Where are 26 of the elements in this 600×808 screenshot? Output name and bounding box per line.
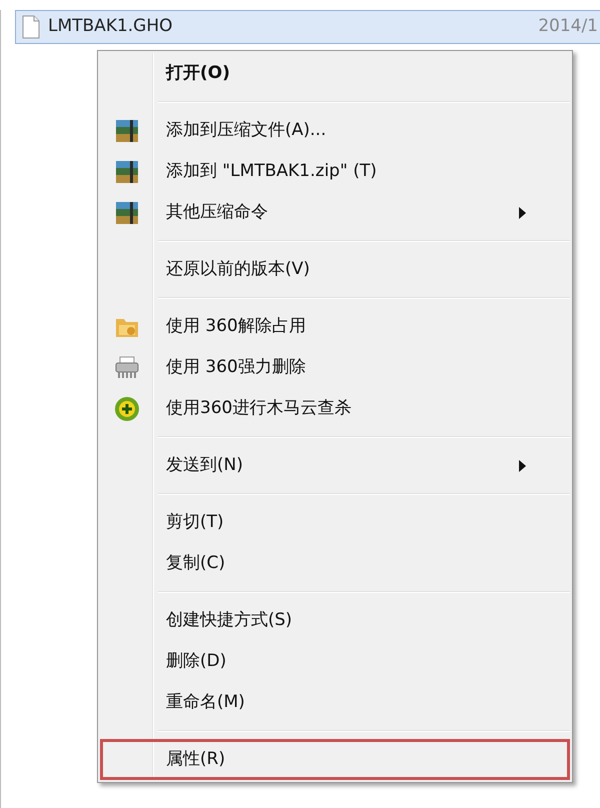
menu-item[interactable]: 使用360进行木马云查杀 bbox=[100, 388, 570, 429]
menu-item[interactable]: 打开(O) bbox=[100, 53, 570, 94]
submenu-arrow-icon bbox=[519, 460, 526, 472]
file-name: LMTBAK1.GHO bbox=[48, 15, 173, 38]
file-row[interactable]: LMTBAK1.GHO 2014/1 bbox=[15, 10, 600, 44]
menu-item[interactable]: 其他压缩命令 bbox=[100, 192, 570, 233]
shredder-icon bbox=[114, 356, 140, 380]
stacked-books-icon bbox=[114, 118, 140, 142]
menu-item[interactable]: 使用 360解除占用 bbox=[100, 306, 570, 347]
file-date: 2014/1 bbox=[538, 15, 599, 38]
menu-item[interactable]: 添加到压缩文件(A)... bbox=[100, 110, 570, 151]
plus-circle-icon bbox=[114, 396, 140, 422]
menu-item[interactable]: 发送到(N) bbox=[100, 445, 570, 486]
submenu-arrow-icon bbox=[519, 206, 526, 218]
menu-item[interactable]: 还原以前的版本(V) bbox=[100, 249, 570, 290]
menu-item[interactable]: 剪切(T) bbox=[100, 502, 570, 543]
menu-item[interactable]: 属性(R) bbox=[100, 739, 570, 780]
stacked-books-icon bbox=[114, 200, 140, 224]
file-icon bbox=[22, 15, 40, 39]
stacked-books-icon bbox=[114, 160, 140, 184]
menu-item[interactable]: 添加到 "LMTBAK1.zip" (T) bbox=[100, 151, 570, 192]
menu-item[interactable]: 重命名(M) bbox=[100, 682, 570, 723]
menu-item[interactable]: 创建快捷方式(S) bbox=[100, 600, 570, 641]
menu-item[interactable]: 删除(D) bbox=[100, 641, 570, 682]
menu-item[interactable]: 使用 360强力删除 bbox=[100, 347, 570, 388]
menu-item[interactable]: 复制(C) bbox=[100, 543, 570, 584]
